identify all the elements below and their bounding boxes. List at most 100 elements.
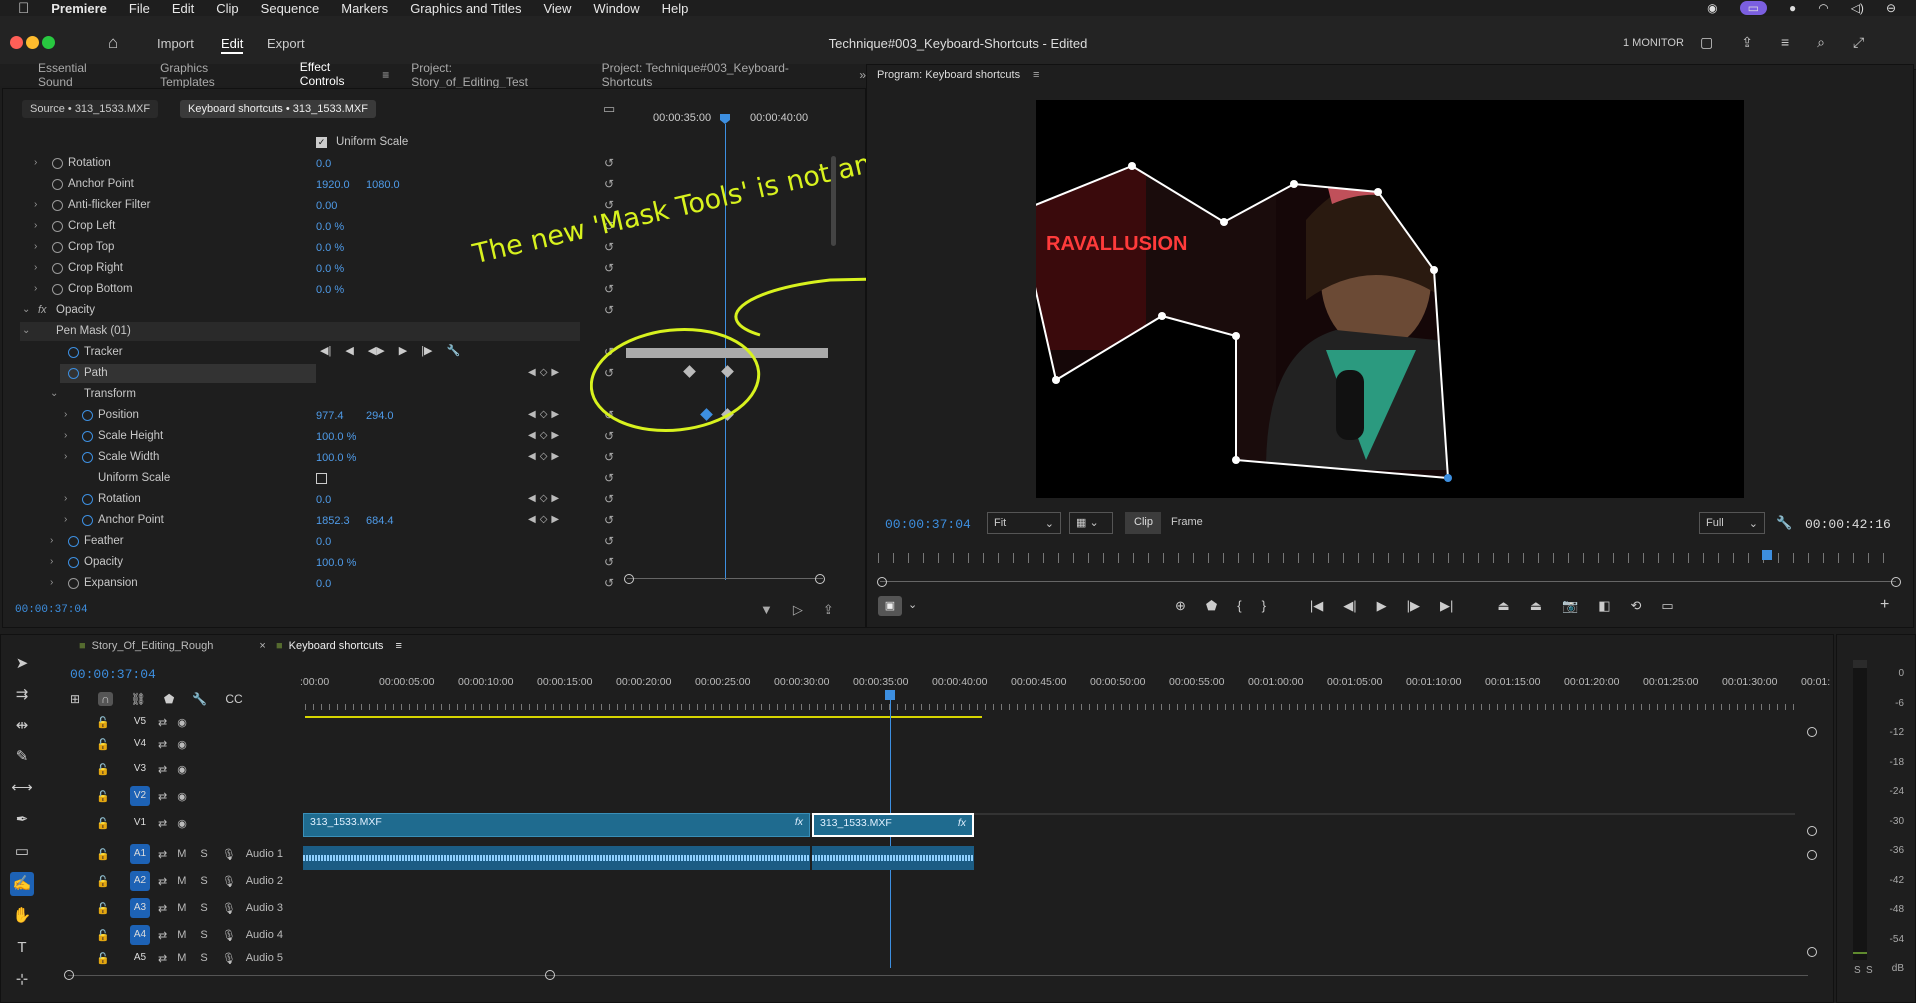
camera-icon[interactable]: 📷 (1562, 598, 1578, 614)
sync-lock-icon[interactable]: ⇄ (158, 875, 167, 888)
program-zoom-bar[interactable] (880, 581, 1896, 582)
chevron-right-icon[interactable]: › (64, 409, 67, 420)
eye-icon[interactable]: ◉ (177, 738, 187, 751)
keyframe-navigator[interactable]: ◀◇▶ (528, 367, 563, 378)
mute-button[interactable]: M (177, 952, 186, 964)
track-select-tool-icon[interactable]: ⇉ (10, 683, 34, 707)
menu-clip[interactable]: Clip (216, 1, 238, 16)
stopwatch-icon[interactable] (52, 200, 63, 211)
hand-tool-icon[interactable]: ✋ (10, 904, 34, 928)
reset-icon[interactable]: ↺ (604, 576, 614, 590)
menu-view[interactable]: View (543, 1, 571, 16)
close-icon[interactable]: × (259, 640, 265, 652)
property-value[interactable]: 0.0 (316, 158, 331, 170)
go-to-out-icon[interactable]: ▶| (1440, 598, 1453, 614)
menu-help[interactable]: Help (662, 1, 689, 16)
video-clip-1[interactable]: 313_1533.MXF fx (303, 813, 810, 837)
stopwatch-icon[interactable] (68, 368, 79, 379)
source-tab[interactable]: Source • 313_1533.MXF (22, 100, 159, 118)
chevron-right-icon[interactable]: › (50, 556, 53, 567)
program-zoom-right[interactable] (1891, 577, 1901, 587)
stopwatch-icon[interactable] (52, 284, 63, 295)
program-menu-icon[interactable]: ≡ (1033, 69, 1039, 81)
chevron-right-icon[interactable]: › (34, 199, 37, 210)
safe-margins-select[interactable]: ▦ ⌄ (1069, 512, 1113, 534)
video-scroll-bottom[interactable] (1807, 826, 1817, 836)
menu-extra-icon[interactable]: ⊖ (1886, 1, 1896, 15)
panel-icon[interactable]: ▢ (1700, 34, 1713, 51)
menu-app-name[interactable]: Premiere (51, 1, 107, 16)
microphone-icon[interactable]: 🎙 (222, 902, 236, 915)
track-forward-icon[interactable]: ▶ (399, 344, 407, 357)
chevron-down-icon[interactable]: ⌄ (50, 388, 58, 399)
caption-tool-icon[interactable]: ⊹ (10, 968, 34, 992)
timeline-ruler[interactable]: :00:00 00:00:05:00 00:00:10:00 00:00:15:00 0… (300, 676, 1830, 704)
add-button-icon[interactable]: + (1880, 596, 1889, 614)
proxy-icon[interactable]: ▭ (1661, 598, 1673, 614)
filter-icon[interactable]: ▼ (760, 602, 773, 618)
timeline-timecode[interactable]: 00:00:37:04 (70, 667, 156, 682)
play-audio-icon[interactable]: ▷ (793, 602, 803, 618)
track-label[interactable]: V4 (130, 734, 150, 754)
keyframe-navigator[interactable]: ◀◇▶ (528, 430, 563, 441)
chevron-right-icon[interactable]: › (34, 241, 37, 252)
reset-icon[interactable]: ↺ (604, 492, 614, 506)
tab-essential-sound[interactable]: Essential Sound (38, 61, 118, 89)
stopwatch-icon[interactable] (82, 494, 93, 505)
comparison-view-icon[interactable]: ◧ (1598, 598, 1610, 614)
fullscreen-icon[interactable]: ⤢ (1853, 34, 1864, 51)
menu-markers[interactable]: Markers (341, 1, 388, 16)
menu-window[interactable]: Window (593, 1, 639, 16)
track-label[interactable]: A3 (130, 898, 150, 918)
stopwatch-icon[interactable] (52, 263, 63, 274)
timeline-tab-keyboard-shortcuts[interactable]: ■ Keyboard shortcuts ≡ (276, 640, 402, 652)
tab-project-technique[interactable]: Project: Technique#003_Keyboard-Shortcut… (602, 61, 822, 89)
monitor-mode[interactable]: 1 MONITOR (1623, 37, 1684, 49)
reset-icon[interactable]: ↺ (604, 156, 614, 170)
property-value[interactable]: 0.0 % (316, 263, 344, 275)
sync-lock-icon[interactable]: ⇄ (158, 738, 167, 751)
menu-sequence[interactable]: Sequence (261, 1, 320, 16)
slip-tool-icon[interactable]: ⟷ (10, 776, 34, 800)
stopwatch-icon[interactable] (68, 347, 79, 358)
reset-icon[interactable]: ↺ (604, 471, 614, 485)
video-scroll-top[interactable] (1807, 727, 1817, 737)
keyframe-navigator[interactable]: ◀◇▶ (528, 451, 563, 462)
timeline-tab-story[interactable]: ■ Story_Of_Editing_Rough × (79, 640, 266, 652)
ec-timecode[interactable]: 00:00:37:04 (15, 604, 88, 616)
sync-lock-icon[interactable]: ⇄ (158, 790, 167, 803)
solo-button[interactable]: S (200, 848, 207, 860)
wifi-icon[interactable]: ◠ (1818, 1, 1828, 15)
chevron-right-icon[interactable]: › (64, 514, 67, 525)
audio-scroll-top[interactable] (1807, 850, 1817, 860)
property-value[interactable]: 1852.3 (316, 515, 350, 527)
solo-button[interactable]: S (200, 875, 207, 887)
chevron-right-icon[interactable]: › (34, 283, 37, 294)
add-marker-icon[interactable]: ⬟ (1206, 598, 1217, 614)
tab-menu-icon[interactable]: ≡ (382, 68, 389, 82)
property-value-2[interactable]: 294.0 (366, 410, 394, 422)
sync-lock-icon[interactable]: ⇄ (158, 952, 167, 965)
solo-button[interactable]: S (200, 929, 207, 941)
stopwatch-icon[interactable] (82, 452, 93, 463)
track-label[interactable]: A4 (130, 925, 150, 945)
audio-scroll-bottom[interactable] (1807, 947, 1817, 957)
track-label[interactable]: A5 (130, 948, 150, 968)
menu-icon[interactable]: ≡ (395, 640, 401, 652)
tab-effect-controls[interactable]: Effect Controls (299, 60, 373, 90)
type-tool-icon[interactable]: T (10, 936, 34, 960)
export-icon[interactable]: ⇪ (823, 602, 834, 618)
chevron-down-icon[interactable]: ⌄ (22, 325, 30, 336)
zoom-in-icon[interactable]: ⊕ (1175, 598, 1186, 614)
mask-mode-button[interactable]: ▣ (878, 596, 902, 616)
add-marker-icon[interactable]: ⬟ (164, 692, 174, 706)
ec-zoom-handle-right[interactable] (815, 574, 825, 584)
property-value[interactable]: 0.0 (316, 578, 331, 590)
track-label[interactable]: A2 (130, 871, 150, 891)
pen-tool-icon[interactable]: ✒ (10, 808, 34, 832)
audio-clip-2[interactable] (812, 846, 974, 870)
program-zoom-left[interactable] (877, 577, 887, 587)
property-value[interactable]: 1920.0 (316, 179, 350, 191)
selection-tool-icon[interactable]: ➤ (10, 652, 34, 676)
program-timecode[interactable]: 00:00:37:04 (885, 517, 971, 532)
